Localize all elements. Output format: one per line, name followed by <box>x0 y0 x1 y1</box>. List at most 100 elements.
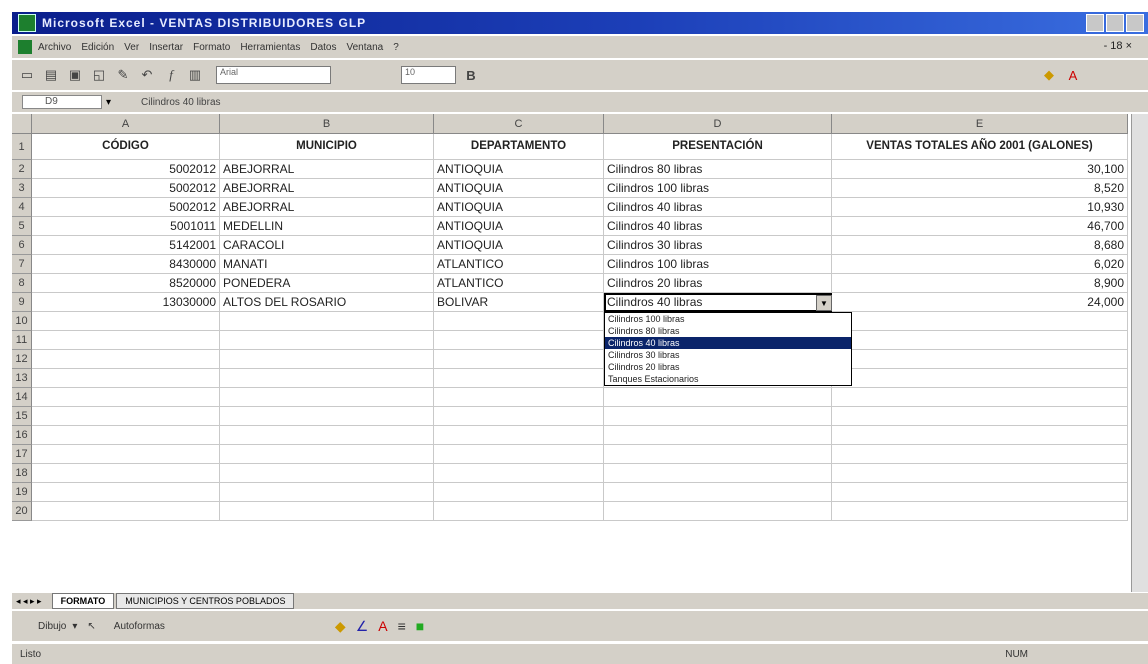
cell-b7[interactable]: MANATI <box>220 255 434 274</box>
menu-item-3[interactable]: Insertar <box>149 42 183 53</box>
dropdown-option-5[interactable]: Tanques Estacionarios <box>605 373 851 385</box>
column-header-a[interactable]: A <box>32 114 220 134</box>
cell-c7[interactable]: ATLANTICO <box>434 255 604 274</box>
cell-a13[interactable] <box>32 369 220 388</box>
cell-e16[interactable] <box>832 426 1128 445</box>
close-button[interactable] <box>1126 14 1144 32</box>
cell-b8[interactable]: PONEDERA <box>220 274 434 293</box>
cell-c16[interactable] <box>434 426 604 445</box>
cell-c19[interactable] <box>434 483 604 502</box>
font-color-icon[interactable]: A <box>1064 66 1082 84</box>
menu-item-7[interactable]: Ventana <box>346 42 383 53</box>
cell-e3[interactable]: 8,520 <box>832 179 1128 198</box>
cell-e11[interactable] <box>832 331 1128 350</box>
dropdown-option-1[interactable]: Cilindros 80 libras <box>605 325 851 337</box>
row-header-14[interactable]: 14 <box>12 388 32 407</box>
cell-a14[interactable] <box>32 388 220 407</box>
menu-item-2[interactable]: Ver <box>124 42 139 53</box>
header-codigo[interactable]: CÓDIGO <box>32 134 220 160</box>
cell-d16[interactable] <box>604 426 832 445</box>
cell-b2[interactable]: ABEJORRAL <box>220 160 434 179</box>
minimize-button[interactable] <box>1086 14 1104 32</box>
header-departamento[interactable]: DEPARTAMENTO <box>434 134 604 160</box>
cell-d6[interactable]: Cilindros 30 libras <box>604 236 832 255</box>
cell-d17[interactable] <box>604 445 832 464</box>
cell-b12[interactable] <box>220 350 434 369</box>
new-icon[interactable]: ▭ <box>18 66 36 84</box>
cell-c8[interactable]: ATLANTICO <box>434 274 604 293</box>
cell-b4[interactable]: ABEJORRAL <box>220 198 434 217</box>
cell-c6[interactable]: ANTIOQUIA <box>434 236 604 255</box>
menu-item-0[interactable]: Archivo <box>38 42 71 53</box>
cell-e8[interactable]: 8,900 <box>832 274 1128 293</box>
row-header-20[interactable]: 20 <box>12 502 32 521</box>
row-header-7[interactable]: 7 <box>12 255 32 274</box>
cell-e13[interactable] <box>832 369 1128 388</box>
name-box[interactable]: D9 <box>22 95 102 109</box>
cell-d9[interactable]: Cilindros 40 libras <box>604 293 832 312</box>
open-icon[interactable]: ▤ <box>42 66 60 84</box>
undo-icon[interactable]: ↶ <box>138 66 156 84</box>
select-all-corner[interactable] <box>12 114 32 134</box>
fill-icon[interactable]: ◆ <box>335 618 346 635</box>
maximize-button[interactable] <box>1106 14 1124 32</box>
cell-e7[interactable]: 6,020 <box>832 255 1128 274</box>
row-header-2[interactable]: 2 <box>12 160 32 179</box>
cell-c18[interactable] <box>434 464 604 483</box>
cell-e4[interactable]: 10,930 <box>832 198 1128 217</box>
menu-item-1[interactable]: Edición <box>81 42 114 53</box>
column-header-d[interactable]: D <box>604 114 832 134</box>
dropdown-option-3[interactable]: Cilindros 30 libras <box>605 349 851 361</box>
cell-e9[interactable]: 24,000 <box>832 293 1128 312</box>
cell-b10[interactable] <box>220 312 434 331</box>
cell-c14[interactable] <box>434 388 604 407</box>
row-header-13[interactable]: 13 <box>12 369 32 388</box>
text-color-icon[interactable]: A <box>378 618 387 634</box>
row-header-9[interactable]: 9 <box>12 293 32 312</box>
bold-icon[interactable]: B <box>462 66 480 84</box>
row-header-5[interactable]: 5 <box>12 217 32 236</box>
cell-b11[interactable] <box>220 331 434 350</box>
cell-c20[interactable] <box>434 502 604 521</box>
cell-b3[interactable]: ABEJORRAL <box>220 179 434 198</box>
cell-b20[interactable] <box>220 502 434 521</box>
cell-a8[interactable]: 8520000 <box>32 274 220 293</box>
cell-c15[interactable] <box>434 407 604 426</box>
cell-a12[interactable] <box>32 350 220 369</box>
cell-d3[interactable]: Cilindros 100 libras <box>604 179 832 198</box>
cell-e6[interactable]: 8,680 <box>832 236 1128 255</box>
chart-icon[interactable]: ▥ <box>186 66 204 84</box>
cell-d19[interactable] <box>604 483 832 502</box>
header-presentacion[interactable]: PRESENTACIÓN <box>604 134 832 160</box>
row-header-3[interactable]: 3 <box>12 179 32 198</box>
cell-e19[interactable] <box>832 483 1128 502</box>
formula-value[interactable]: Cilindros 40 libras <box>141 97 220 108</box>
save-icon[interactable]: ▣ <box>66 66 84 84</box>
cell-b13[interactable] <box>220 369 434 388</box>
row-header-8[interactable]: 8 <box>12 274 32 293</box>
cell-a4[interactable]: 5002012 <box>32 198 220 217</box>
row-header-12[interactable]: 12 <box>12 350 32 369</box>
cell-a18[interactable] <box>32 464 220 483</box>
sheet-tab-municipios[interactable]: MUNICIPIOS Y CENTROS POBLADOS <box>116 593 295 609</box>
cell-d4[interactable]: Cilindros 40 libras <box>604 198 832 217</box>
vertical-scrollbar[interactable] <box>1131 114 1148 592</box>
cell-c3[interactable]: ANTIOQUIA <box>434 179 604 198</box>
cell-c13[interactable] <box>434 369 604 388</box>
cell-d7[interactable]: Cilindros 100 libras <box>604 255 832 274</box>
cell-b9[interactable]: ALTOS DEL ROSARIO <box>220 293 434 312</box>
row-header-6[interactable]: 6 <box>12 236 32 255</box>
tab-scroll-arrows-icon[interactable]: ◂ ◂ ▸ ▸ <box>16 596 42 607</box>
cell-c17[interactable] <box>434 445 604 464</box>
cell-a3[interactable]: 5002012 <box>32 179 220 198</box>
cell-d20[interactable] <box>604 502 832 521</box>
cell-a17[interactable] <box>32 445 220 464</box>
menu-item-6[interactable]: Datos <box>310 42 336 53</box>
row-header-16[interactable]: 16 <box>12 426 32 445</box>
cell-c10[interactable] <box>434 312 604 331</box>
cell-d5[interactable]: Cilindros 40 libras <box>604 217 832 236</box>
cell-d18[interactable] <box>604 464 832 483</box>
cell-c11[interactable] <box>434 331 604 350</box>
cell-b5[interactable]: MEDELLIN <box>220 217 434 236</box>
cell-e15[interactable] <box>832 407 1128 426</box>
